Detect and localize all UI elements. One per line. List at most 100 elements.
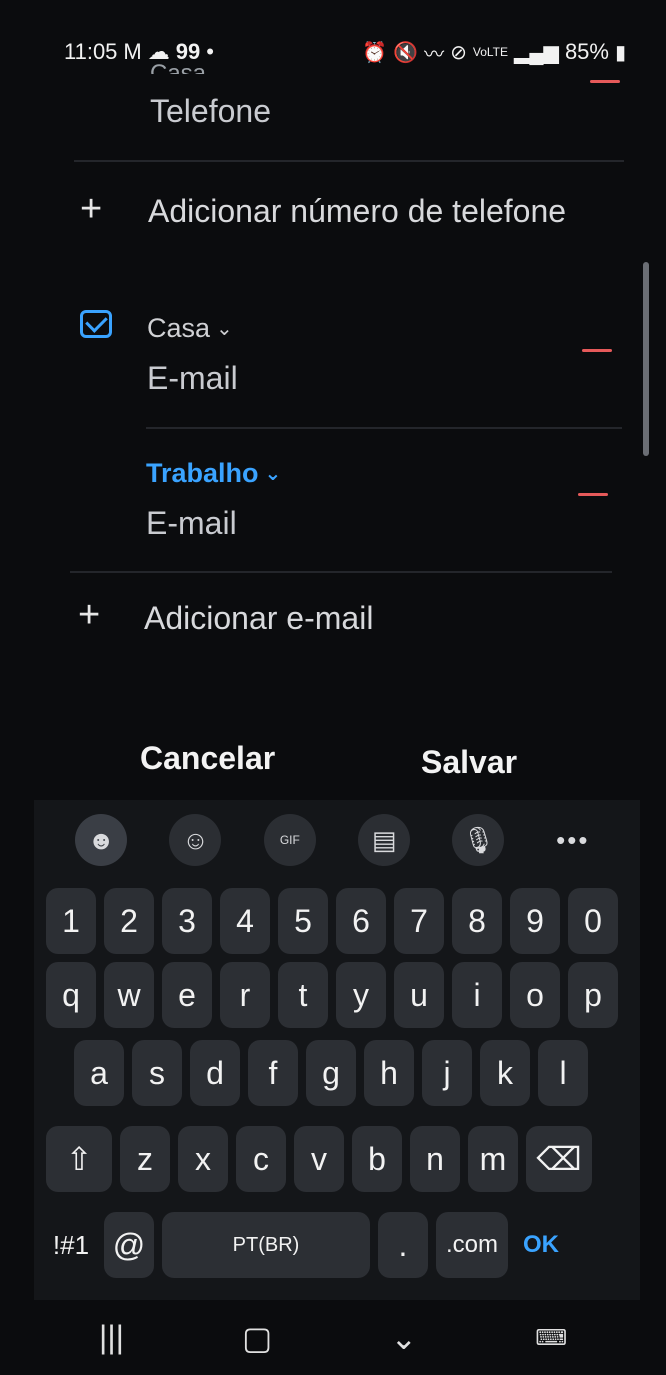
shift-key[interactable]: ⇧ <box>46 1126 112 1192</box>
form-actions: Cancelar Salvar <box>0 730 666 800</box>
letter-row-2: a s d f g h j k l <box>74 1040 588 1106</box>
dot-icon: • <box>206 39 214 64</box>
email-icon <box>80 310 112 338</box>
key-9[interactable]: 9 <box>510 888 560 954</box>
status-right: ⏰ 🔇 〰 ⊘ VoLTE ▂▄▆ 85% ▮ <box>362 34 626 70</box>
gif-icon[interactable]: GIF <box>263 814 316 866</box>
space-key[interactable]: PT(BR) <box>162 1212 370 1278</box>
email-field-trabalho[interactable]: E-mail <box>146 505 237 542</box>
key-o[interactable]: o <box>510 962 560 1028</box>
number-row: 1 2 3 4 5 6 7 8 9 0 <box>46 888 618 954</box>
key-3[interactable]: 3 <box>162 888 212 954</box>
sticker-icon[interactable]: ☺ <box>169 814 222 866</box>
at-key[interactable]: @ <box>104 1212 154 1278</box>
emoji-icon[interactable]: ☻ <box>75 814 128 866</box>
key-x[interactable]: x <box>178 1126 228 1192</box>
key-c[interactable]: c <box>236 1126 286 1192</box>
key-a[interactable]: a <box>74 1040 124 1106</box>
divider <box>70 571 612 573</box>
key-2[interactable]: 2 <box>104 888 154 954</box>
key-n[interactable]: n <box>410 1126 460 1192</box>
key-e[interactable]: e <box>162 962 212 1028</box>
remove-email-casa-button[interactable] <box>582 349 612 352</box>
cancel-button[interactable]: Cancelar <box>140 740 275 777</box>
key-p[interactable]: p <box>568 962 618 1028</box>
ok-key[interactable]: OK <box>516 1212 566 1278</box>
key-d[interactable]: d <box>190 1040 240 1106</box>
key-k[interactable]: k <box>480 1040 530 1106</box>
key-u[interactable]: u <box>394 962 444 1028</box>
more-icon[interactable]: ••• <box>547 814 599 866</box>
key-s[interactable]: s <box>132 1040 182 1106</box>
email-type-trabalho[interactable]: Trabalho ⌄ <box>146 458 281 489</box>
divider <box>74 160 624 162</box>
key-r[interactable]: r <box>220 962 270 1028</box>
scrollbar[interactable] <box>643 262 649 456</box>
key-f[interactable]: f <box>248 1040 298 1106</box>
key-h[interactable]: h <box>364 1040 414 1106</box>
phone-type-label[interactable]: Casa <box>150 60 206 74</box>
wifi-icon: 〰 <box>424 43 445 66</box>
key-l[interactable]: l <box>538 1040 588 1106</box>
remove-email-trabalho-button[interactable] <box>578 493 608 496</box>
backspace-icon: ⌫ <box>536 1141 582 1177</box>
key-6[interactable]: 6 <box>336 888 386 954</box>
key-q[interactable]: q <box>46 962 96 1028</box>
back-icon[interactable]: ⌄ <box>390 1319 417 1357</box>
status-bar: 11:05 M ☁ 99 • ⏰ 🔇 〰 ⊘ VoLTE ▂▄▆ 85% ▮ <box>0 0 666 70</box>
email-type-label: Casa <box>147 313 211 343</box>
key-m[interactable]: m <box>468 1126 518 1192</box>
keyboard: ☻ ☺ GIF ▤ 🎙 ••• 1 2 3 4 5 6 7 8 9 0 q w … <box>34 800 640 1300</box>
navigation-bar: ||| ▢ ⌄ ⌨ <box>0 1300 666 1375</box>
mute-icon: 🔇 <box>393 41 419 64</box>
recents-icon[interactable]: ||| <box>99 1319 124 1356</box>
key-4[interactable]: 4 <box>220 888 270 954</box>
dotcom-key[interactable]: .com <box>436 1212 508 1278</box>
key-w[interactable]: w <box>104 962 154 1028</box>
divider <box>146 427 622 429</box>
key-g[interactable]: g <box>306 1040 356 1106</box>
alarm-icon: ⏰ <box>362 41 388 64</box>
key-5[interactable]: 5 <box>278 888 328 954</box>
status-time: 11:05 <box>64 39 118 64</box>
key-v[interactable]: v <box>294 1126 344 1192</box>
add-phone-icon[interactable]: + <box>80 190 102 228</box>
save-button[interactable]: Salvar <box>421 744 517 781</box>
block-icon: ⊘ <box>450 41 467 64</box>
key-7[interactable]: 7 <box>394 888 444 954</box>
gmail-icon: M <box>123 39 142 64</box>
backspace-key[interactable]: ⌫ <box>526 1126 592 1192</box>
battery-icon: ▮ <box>614 41 626 64</box>
keyboard-hide-icon[interactable]: ⌨ <box>535 1325 567 1351</box>
volte-icon: VoLTE <box>472 45 508 59</box>
clipboard-icon[interactable]: ▤ <box>358 814 411 866</box>
bottom-row: !#1 @ PT(BR) . .com OK <box>46 1212 566 1278</box>
key-i[interactable]: i <box>452 962 502 1028</box>
phone-field[interactable]: Telefone <box>150 93 271 130</box>
key-0[interactable]: 0 <box>568 888 618 954</box>
key-1[interactable]: 1 <box>46 888 96 954</box>
key-b[interactable]: b <box>352 1126 402 1192</box>
letter-row-3: ⇧ z x c v b n m ⌫ <box>46 1126 592 1192</box>
key-z[interactable]: z <box>120 1126 170 1192</box>
email-type-casa[interactable]: Casa ⌄ <box>147 313 233 344</box>
letter-row-1: q w e r t y u i o p <box>46 962 618 1028</box>
key-j[interactable]: j <box>422 1040 472 1106</box>
mic-icon[interactable]: 🎙 <box>452 814 505 866</box>
key-t[interactable]: t <box>278 962 328 1028</box>
dot-key[interactable]: . <box>378 1212 428 1278</box>
add-email-icon[interactable]: + <box>78 596 100 634</box>
add-phone-button[interactable]: Adicionar número de telefone <box>148 193 566 230</box>
email-field-casa[interactable]: E-mail <box>147 360 238 397</box>
add-email-button[interactable]: Adicionar e-mail <box>144 600 373 637</box>
email-type-label: Trabalho <box>146 458 259 488</box>
keyboard-toolbar: ☻ ☺ GIF ▤ 🎙 ••• <box>34 800 640 880</box>
shift-icon: ⇧ <box>65 1141 93 1177</box>
chevron-down-icon: ⌄ <box>264 463 282 485</box>
symbols-key[interactable]: !#1 <box>46 1212 96 1278</box>
key-8[interactable]: 8 <box>452 888 502 954</box>
signal-icon: ▂▄▆ <box>514 41 559 64</box>
home-icon[interactable]: ▢ <box>242 1319 272 1357</box>
remove-phone-button[interactable] <box>590 80 620 83</box>
key-y[interactable]: y <box>336 962 386 1028</box>
